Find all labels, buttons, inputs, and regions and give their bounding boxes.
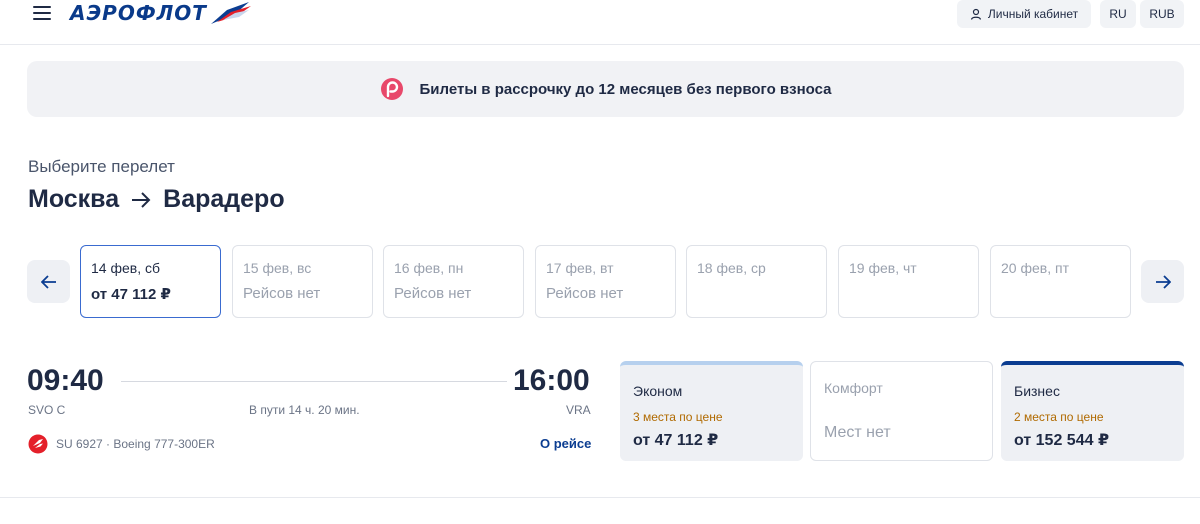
installment-banner[interactable]: Билеты в рассрочку до 12 месяцев без пер… (27, 61, 1184, 117)
date-price: Рейсов нет (394, 285, 472, 302)
route-from: Москва (28, 185, 120, 213)
fare-economy-card[interactable]: Эконом 3 места по цене от 47 112 ₽ (620, 361, 803, 461)
prev-dates-button[interactable] (27, 260, 70, 303)
date-card-14-feb[interactable]: 14 фев, сб от 47 112 ₽ (80, 245, 221, 318)
fare-name: Эконом (633, 383, 683, 399)
departure-time: 09:40 (27, 364, 104, 397)
date-card-15-feb[interactable]: 15 фев, вс Рейсов нет (232, 245, 373, 318)
logo-wing-icon (210, 2, 251, 24)
date-card-16-feb[interactable]: 16 фев, пн Рейсов нет (383, 245, 524, 318)
fare-business-card[interactable]: Бизнес 2 места по цене от 152 544 ₽ (1001, 361, 1184, 461)
fare-status: Мест нет (824, 424, 891, 441)
flight-duration: В пути 14 ч. 20 мин. (249, 403, 360, 417)
arrow-right-icon (1155, 274, 1171, 289)
date-card-17-feb[interactable]: 17 фев, вт Рейсов нет (535, 245, 676, 318)
page-title: Москва Варадеро (28, 185, 285, 214)
banner-text: Билеты в рассрочку до 12 месяцев без пер… (419, 80, 832, 98)
logo-text: АЭРОФЛОТ (70, 1, 207, 25)
date-price: Рейсов нет (243, 285, 321, 302)
date-card-19-feb[interactable]: 19 фев, чт (838, 245, 979, 318)
date-price: Рейсов нет (546, 285, 624, 302)
date-card-20-feb[interactable]: 20 фев, пт (990, 245, 1131, 318)
fare-name: Бизнес (1014, 383, 1060, 399)
flight-timeline (121, 381, 507, 382)
date-label: 15 фев, вс (243, 260, 312, 276)
fare-price: от 47 112 ₽ (633, 432, 719, 449)
date-label: 18 фев, ср (697, 260, 766, 276)
fare-comfort-card[interactable]: Комфорт Мест нет (810, 361, 993, 461)
aeroflot-logo[interactable]: АЭРОФЛОТ (70, 0, 253, 26)
currency-button[interactable]: RUB (1140, 0, 1184, 28)
divider (0, 497, 1200, 498)
date-label: 19 фев, чт (849, 260, 917, 276)
fare-price: от 152 544 ₽ (1014, 432, 1110, 449)
personal-cabinet-button[interactable]: Личный кабинет (957, 0, 1091, 28)
date-price: от 47 112 ₽ (91, 286, 171, 303)
installment-icon (380, 78, 403, 100)
route-to: Варадеро (163, 185, 285, 213)
arrow-left-icon (40, 274, 56, 289)
arrival-time: 16:00 (513, 364, 590, 397)
date-label: 20 фев, пт (1001, 260, 1069, 276)
about-flight-link[interactable]: О рейсе (540, 436, 591, 451)
personal-cabinet-label: Личный кабинет (987, 7, 1079, 21)
date-label: 14 фев, сб (91, 260, 161, 276)
menu-icon[interactable] (33, 6, 51, 22)
flight-info: SU 6927 · Boeing 777-300ER (56, 437, 215, 451)
header: АЭРОФЛОТ Личный кабинет RU RUB (0, 0, 1200, 45)
user-icon (970, 8, 981, 20)
departure-airport: SVO C (28, 403, 66, 417)
date-card-18-feb[interactable]: 18 фев, ср (686, 245, 827, 318)
arrival-airport: VRA (566, 403, 591, 417)
carrier-logo-icon (28, 434, 48, 454)
language-button[interactable]: RU (1100, 0, 1136, 28)
next-dates-button[interactable] (1141, 260, 1184, 303)
date-label: 16 фев, пн (394, 260, 464, 276)
date-label: 17 фев, вт (546, 260, 614, 276)
fare-seats: 3 места по цене (633, 410, 723, 424)
fare-name: Комфорт (824, 380, 883, 396)
fare-seats: 2 места по цене (1014, 410, 1104, 424)
page-subtitle: Выберите перелет (28, 157, 175, 176)
arrow-right-icon (131, 191, 151, 209)
